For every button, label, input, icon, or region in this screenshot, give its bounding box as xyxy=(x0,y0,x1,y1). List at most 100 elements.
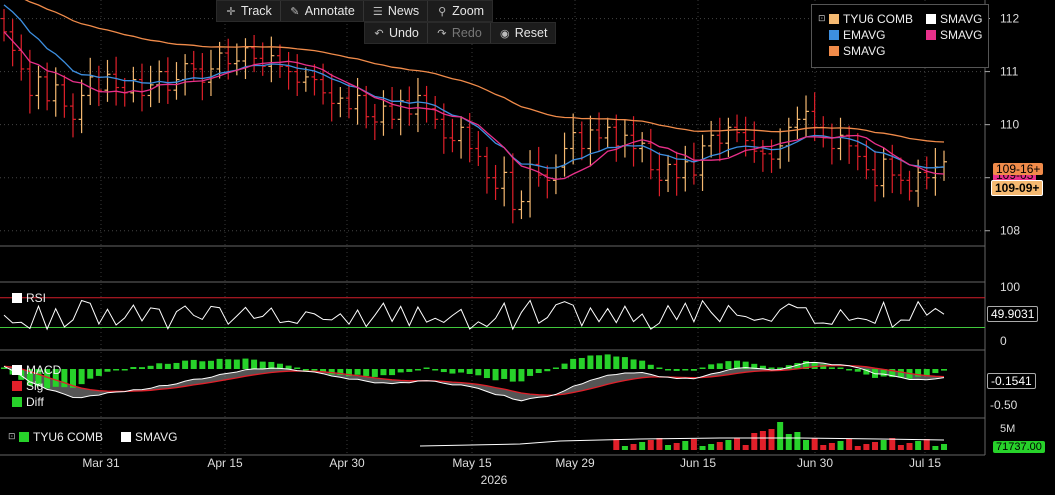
macd-diff-bar xyxy=(242,358,249,369)
pencil-icon: ✎ xyxy=(290,4,300,18)
zoom-button[interactable]: ⚲ Zoom xyxy=(428,1,492,21)
undo-button[interactable]: ↶ Undo xyxy=(365,23,428,43)
volume-bar xyxy=(828,443,835,450)
legend-item-smavg-orange[interactable]: SMAVG xyxy=(829,44,885,58)
macd-diff-bar xyxy=(78,369,85,385)
macd-diff-bar xyxy=(621,357,628,369)
macd-diff-bar xyxy=(604,354,611,369)
macd-diff-bar xyxy=(414,369,421,371)
macd-diff-bar xyxy=(561,363,568,369)
macd-diff-bar xyxy=(923,369,930,376)
macd-diff-bar xyxy=(897,369,904,378)
macd-diff-bar xyxy=(328,369,335,375)
volume-bar xyxy=(863,444,870,450)
macd-diff-bar xyxy=(61,369,68,388)
macd-diff-bar xyxy=(130,367,137,369)
legend-item-emavg[interactable]: EMAVG xyxy=(829,28,885,42)
news-button[interactable]: ☰ News xyxy=(364,1,429,21)
redo-button[interactable]: ↷ Redo xyxy=(428,23,491,43)
track-button[interactable]: ✛ Track xyxy=(217,1,281,21)
annotate-button[interactable]: ✎ Annotate xyxy=(281,1,364,21)
macd-diff-bar xyxy=(259,361,266,369)
legend-item-tyu6[interactable]: ⊡ TYU6 COMB xyxy=(818,12,913,26)
macd-diff-bar xyxy=(846,369,853,371)
y-tick-label: 111 xyxy=(1000,65,1019,79)
macd-diff-bar xyxy=(251,359,258,369)
rsi-tick-label: 0 xyxy=(1000,334,1007,348)
macd-diff-bar xyxy=(294,367,301,369)
macd-diff-bar xyxy=(173,362,180,369)
redo-icon: ↷ xyxy=(437,26,447,40)
macd-diff-bar xyxy=(630,359,637,369)
volume-bar xyxy=(923,439,930,450)
swatch xyxy=(926,30,936,40)
volume-bar xyxy=(673,443,680,450)
macd-diff-bar xyxy=(432,369,439,371)
swatch xyxy=(829,14,839,24)
x-tick-label: Apr 15 xyxy=(207,456,243,470)
macd-diff-bar xyxy=(673,369,680,371)
volume-bar xyxy=(777,422,784,450)
y-tick-label: 108 xyxy=(1000,224,1020,238)
diff-label: Diff xyxy=(12,395,44,409)
macd-diff-bar xyxy=(544,369,551,372)
volume-bar xyxy=(880,440,887,450)
macd-diff-bar xyxy=(656,367,663,369)
volume-bar xyxy=(889,438,896,450)
macd-diff-bar xyxy=(716,363,723,369)
volume-bar xyxy=(682,441,689,450)
rsi-value-tag: 49.9031 xyxy=(987,306,1039,322)
macd-diff-bar xyxy=(483,369,490,379)
legend-item-smavg-white[interactable]: SMAVG xyxy=(926,12,982,26)
macd-diff-bar xyxy=(578,357,585,369)
macd-signal-line xyxy=(3,364,945,396)
macd-diff-bar xyxy=(138,367,145,369)
reset-button[interactable]: ◉ Reset xyxy=(491,23,556,43)
sig-label: Sig xyxy=(12,379,43,393)
volume-bar xyxy=(811,438,818,450)
macd-diff-bar xyxy=(690,369,697,371)
macd-diff-bar xyxy=(190,359,197,369)
macd-diff-bar xyxy=(121,369,128,371)
macd-diff-bar xyxy=(380,369,387,376)
edit-toolbar: ↶ Undo ↷ Redo ◉ Reset xyxy=(364,22,557,44)
volume-bar xyxy=(751,433,758,450)
macd-diff-bar xyxy=(95,369,102,376)
macd-diff-bar xyxy=(811,362,818,369)
x-tick-label: Jun 30 xyxy=(797,456,833,470)
volume-bar xyxy=(759,431,766,450)
macd-diff-bar xyxy=(466,369,473,374)
macd-diff-bar xyxy=(389,369,396,376)
macd-diff-bar xyxy=(837,367,844,369)
macd-tick-label: -0.50 xyxy=(990,398,1018,412)
x-tick-label: May 15 xyxy=(452,456,492,470)
macd-diff-bar xyxy=(423,367,430,369)
macd-diff-bar xyxy=(699,367,706,369)
swatch xyxy=(12,293,22,303)
swatch xyxy=(829,30,839,40)
volume-label: ⊡ TYU6 COMB SMAVG xyxy=(8,430,178,444)
volume-bar xyxy=(897,445,904,450)
volume-bar xyxy=(647,440,654,450)
volume-bar xyxy=(699,446,706,450)
macd-diff-bar xyxy=(406,369,413,372)
sma-fast-line xyxy=(3,31,945,180)
macd-diff-bar xyxy=(828,367,835,369)
volume-bar xyxy=(656,438,663,450)
chart-toolbar: ✛ Track ✎ Annotate ☰ News ⚲ Zoom xyxy=(216,0,494,22)
axis-labels: 112111110109108Mar 31Apr 15Apr 30May 15M… xyxy=(82,12,1020,487)
macd-diff-bar xyxy=(570,358,577,369)
crosshair-icon: ✛ xyxy=(226,4,236,18)
chart-legend[interactable]: ⊡ TYU6 COMB SMAVG EMAVG SMAVG SMAVG xyxy=(811,4,989,68)
y-tick-label: 110 xyxy=(1000,118,1019,132)
macd-diff-bar xyxy=(147,365,154,369)
macd-diff-bar xyxy=(354,369,361,375)
volume-bar xyxy=(794,432,801,450)
volume-bar xyxy=(941,444,947,450)
volume-bar xyxy=(837,441,844,450)
x-tick-label: May 29 xyxy=(555,456,595,470)
legend-item-smavg-pink[interactable]: SMAVG xyxy=(926,28,982,42)
orange-sma-tag: 109-16+ xyxy=(993,163,1044,175)
price-chart[interactable]: 112111110109108Mar 31Apr 15Apr 30May 15M… xyxy=(0,0,1055,495)
macd-diff-bar xyxy=(156,363,163,369)
